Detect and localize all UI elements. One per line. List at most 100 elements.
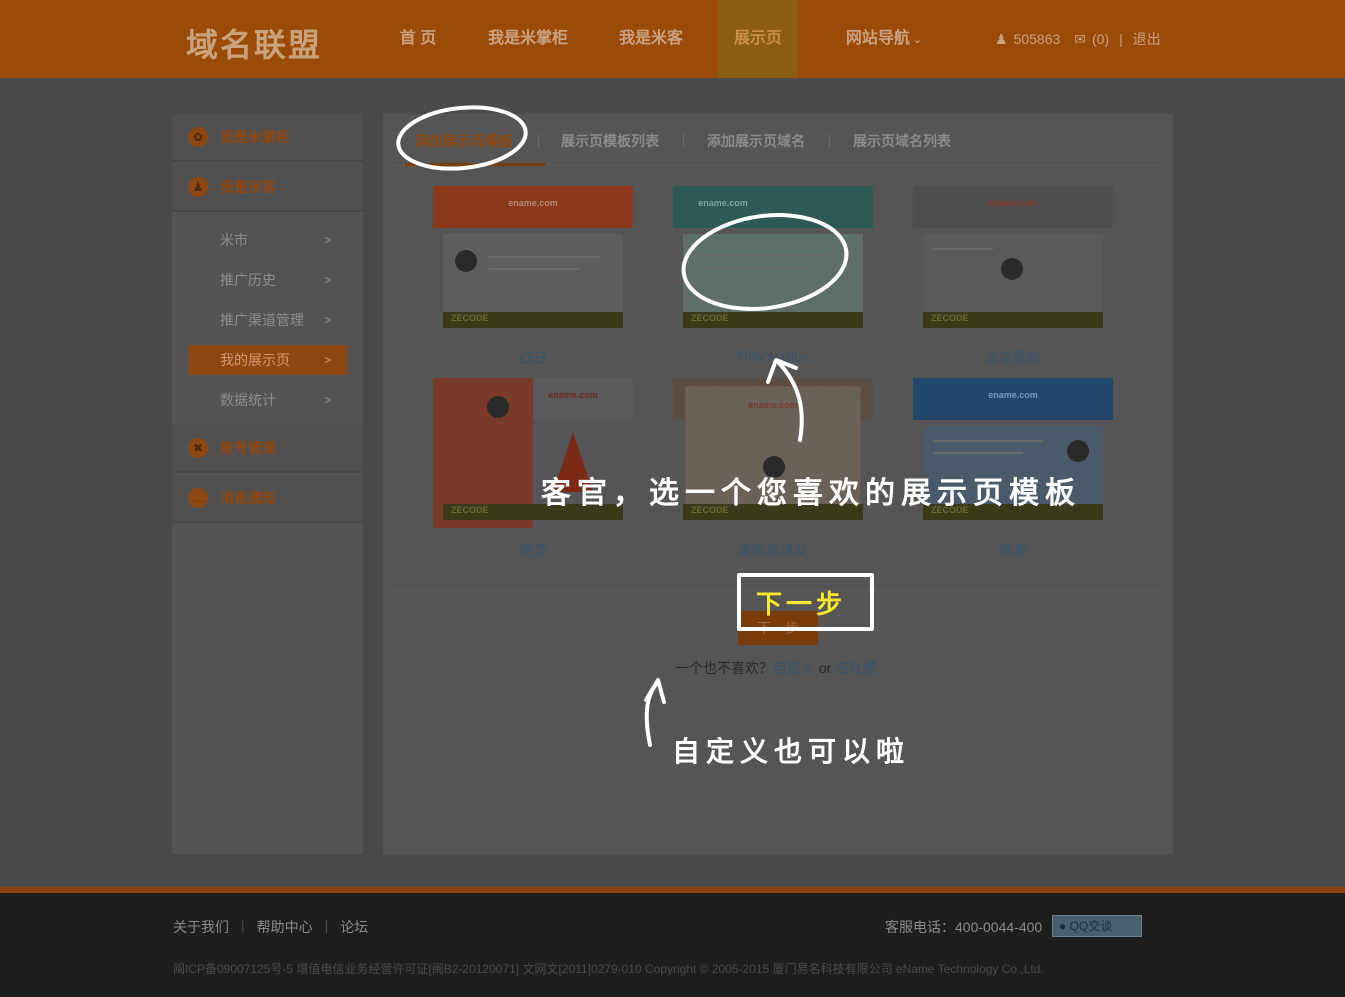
thumb-body [683, 234, 863, 316]
template-name-tongqu[interactable]: 童趣 [913, 540, 1113, 560]
template-name-hongri[interactable]: 红日 [433, 348, 633, 368]
chevron-right-icon: > [323, 233, 331, 247]
user-icon: ♟ [995, 30, 1008, 47]
footer-divider: | [241, 917, 245, 933]
nav-home[interactable]: 首 页 [398, 0, 438, 78]
tools-icon: ✖ [188, 438, 208, 458]
sidebar-group-account[interactable]: ✖ 账号管理 [172, 425, 363, 473]
footer-links: 关于我们 | 帮助中心 | 论坛 [173, 917, 368, 937]
user-icon: ♟ [188, 177, 208, 197]
thumb-domain: ename.com [988, 390, 1038, 400]
sidebar-item-my-showcase[interactable]: 我的展示页 > [188, 345, 347, 375]
sidebar-item-label: 我的展示页 [220, 352, 290, 368]
qq-chat-button[interactable]: ● QQ交谈 [1052, 915, 1142, 937]
template-name-bianqian[interactable]: 便签 [433, 540, 633, 560]
tab-divider [538, 134, 539, 148]
sidebar-group-label: 我是米客 [220, 179, 276, 195]
template-thumb-hongri[interactable]: ename.com ZECODE [433, 186, 633, 336]
template-name-tiffany-blue[interactable]: Tiffany Blue [673, 348, 873, 364]
tab-divider [683, 134, 684, 148]
sidebar-item-channels[interactable]: 推广渠道管理 > [188, 305, 347, 335]
tab-domain-list[interactable]: 展示页域名列表 [853, 131, 951, 151]
avatar [455, 250, 477, 272]
qq-chat-label: QQ交谈 [1069, 919, 1113, 933]
tab-bar: 添加展示页模板 展示页模板列表 添加展示页域名 展示页域名列表 [393, 114, 1163, 166]
sidebar-group-buyer[interactable]: ♟ 我是米客 [172, 164, 363, 212]
thumb-line [489, 268, 579, 270]
thumb-domain: ename.com [988, 198, 1038, 208]
thumb-logo: ZECODE [451, 505, 489, 515]
thumb-logo: ZECODE [691, 313, 729, 323]
thumb-line [933, 248, 993, 250]
sidebar-item-label: 推广渠道管理 [220, 312, 304, 328]
message-count[interactable]: (0) [1092, 31, 1109, 47]
chevron-right-icon: > [323, 393, 331, 407]
footer-link-help[interactable]: 帮助中心 [257, 917, 313, 937]
sidebar-group-label: 消息通知 [220, 490, 276, 506]
footer-link-forum[interactable]: 论坛 [340, 917, 368, 937]
thumb-logo: ZECODE [931, 313, 969, 323]
template-name-jiyou[interactable]: 集邮发烧友 [673, 540, 873, 560]
thumb-line [933, 440, 1043, 442]
sidebar-item-label: 推广历史 [220, 272, 276, 288]
complain-link[interactable]: 去吐槽 [835, 660, 877, 676]
thumb-logo: ZECODE [451, 313, 489, 323]
support-phone: 客服电话：400-0044-400 [885, 919, 1043, 935]
thumb-line [699, 254, 829, 256]
footer-divider: | [324, 917, 329, 933]
sidebar-item-market[interactable]: 米市 > [188, 225, 347, 255]
top-header: 域名联盟 首 页 我是米掌柜 我是米客 展示页 网站导航 ⌄ ♟ 505863 ✉… [0, 0, 1345, 78]
chevron-right-icon: > [323, 313, 331, 327]
sidebar-group-label: 我是米掌柜 [220, 129, 290, 145]
sidebar: ✿ 我是米掌柜 ♟ 我是米客 米市 > 推广历史 > 推广渠道管理 > 我的展示… [172, 114, 363, 854]
user-id[interactable]: 505863 [1014, 31, 1061, 47]
avatar [487, 396, 509, 418]
thumb-line [489, 256, 599, 258]
thumb-body [443, 234, 623, 316]
thumb-line [699, 266, 809, 268]
tab-add-template[interactable]: 添加展示页模板 [415, 131, 513, 151]
tab-add-domain[interactable]: 添加展示页域名 [707, 131, 805, 151]
avatar [1001, 258, 1023, 280]
user-bar: ♟ 505863 ✉ (0) | 退出 [995, 29, 1161, 49]
sidebar-item-label: 米市 [220, 232, 248, 248]
chevron-right-icon: > [323, 353, 331, 367]
template-thumb-moran-wusong[interactable]: ename.com ZECODE [913, 186, 1113, 336]
userbar-divider: | [1119, 31, 1123, 47]
thumb-domain: ename.com [748, 400, 798, 410]
nav-buyer[interactable]: 我是米客 [617, 0, 685, 78]
template-name-moran-wusong[interactable]: 墨染雾松 [913, 348, 1113, 368]
footer-link-about[interactable]: 关于我们 [173, 917, 229, 937]
next-step-annotation: 下一步 [756, 590, 847, 620]
tab-template-list[interactable]: 展示页模板列表 [561, 131, 659, 151]
alt-or: or [815, 660, 836, 676]
main-annotation: 客官，选一个您喜欢的展示页模板 [541, 476, 1081, 511]
sidebar-item-label: 数据统计 [220, 392, 276, 408]
thumb-line [933, 452, 1023, 454]
alt-prefix: 一个也不喜欢？ [675, 660, 773, 676]
custom-annotation: 自定义也可以啦 [672, 735, 911, 768]
sidebar-item-history[interactable]: 推广历史 > [188, 265, 347, 295]
mail-icon: ✉ [1074, 30, 1087, 47]
sidebar-item-stats[interactable]: 数据统计 > [188, 385, 347, 415]
logout-link[interactable]: 退出 [1133, 29, 1161, 49]
nav-site-map[interactable]: 网站导航 ⌄ [842, 0, 926, 78]
penguin-icon: ● [1059, 919, 1067, 933]
footer: 关于我们 | 帮助中心 | 论坛 客服电话：400-0044-400 ● QQ交… [0, 893, 1345, 997]
site-logo[interactable]: 域名联盟 [186, 20, 322, 66]
tab-divider [829, 134, 830, 148]
template-thumb-tiffany-blue[interactable]: ename.com ZECODE [673, 186, 873, 336]
sidebar-group-messages[interactable]: … 消息通知 [172, 475, 363, 523]
sidebar-group-seller[interactable]: ✿ 我是米掌柜 [172, 114, 363, 162]
copyright: 闽ICP备09007125号-5 增值电信业务经营许可证[闽B2-2012007… [173, 962, 1044, 976]
custom-link[interactable]: 自定义 [773, 660, 815, 676]
alternative-options: 一个也不喜欢？自定义 or 去吐槽 [675, 658, 877, 678]
nav-seller[interactable]: 我是米掌柜 [486, 0, 570, 78]
avatar [1067, 440, 1089, 462]
nav-showcase[interactable]: 展示页 [718, 0, 798, 78]
sidebar-group-label: 账号管理 [220, 440, 276, 456]
thumb-domain: ename.com [508, 198, 558, 208]
chevron-right-icon: > [323, 273, 331, 287]
active-tab-indicator [405, 163, 546, 166]
chevron-down-icon: ⌄ [912, 34, 923, 46]
